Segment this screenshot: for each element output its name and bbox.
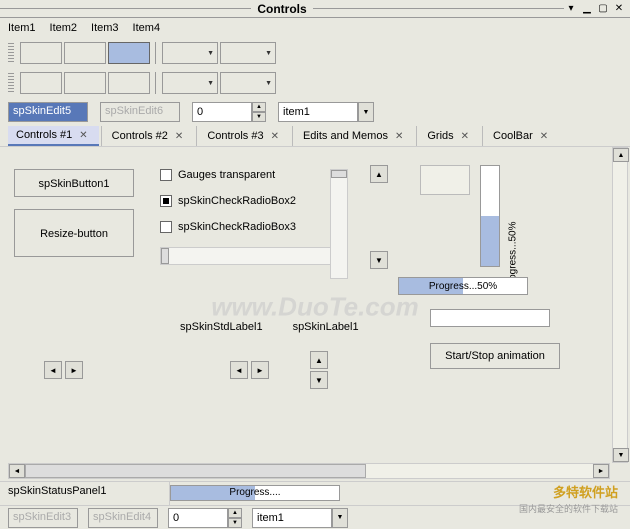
maximize-button[interactable]: ▢: [596, 2, 610, 16]
tab-grids[interactable]: Grids✕: [419, 126, 480, 146]
status-progress: Progress....: [170, 485, 340, 501]
tool-button-5[interactable]: [64, 72, 106, 94]
menu-item2[interactable]: Item2: [50, 22, 78, 34]
tool-dropdown-3[interactable]: ▼: [162, 72, 218, 94]
bottom-edit-4: spSkinEdit4: [88, 508, 158, 528]
spin-up-icon[interactable]: ▲: [252, 102, 266, 112]
scroll-left-icon[interactable]: ◄: [9, 464, 25, 478]
tool-dropdown-2[interactable]: ▼: [220, 42, 276, 64]
status-panel-1: spSkinStatusPanel1: [0, 482, 170, 505]
slider-thumb[interactable]: [161, 248, 169, 264]
combo-input[interactable]: [278, 102, 358, 122]
tab-strip: Controls #1✕ Controls #2✕ Controls #3✕ E…: [0, 126, 630, 147]
std-label-1: spSkinStdLabel1: [180, 321, 263, 333]
grip-icon[interactable]: [8, 73, 14, 93]
menu-item3[interactable]: Item3: [91, 22, 119, 34]
spin-down-icon[interactable]: ▼: [252, 112, 266, 122]
skin-button-1[interactable]: spSkinButton1: [14, 169, 134, 197]
scroll-up-icon[interactable]: ▲: [613, 148, 629, 162]
slider-thumb[interactable]: [331, 170, 347, 178]
scroll-right-icon[interactable]: ►: [593, 464, 609, 478]
tab-pane: www.DuoTe.com spSkinButton1 Resize-butto…: [0, 147, 630, 481]
scroll-down-icon[interactable]: ▼: [613, 448, 629, 462]
vertical-slider[interactable]: [330, 169, 348, 279]
grip-icon[interactable]: [8, 43, 14, 63]
combo-box[interactable]: ▼: [278, 102, 374, 122]
spin-down-icon[interactable]: ▼: [228, 518, 242, 528]
close-icon[interactable]: ✕: [268, 131, 282, 142]
bottom-edit-3: spSkinEdit3: [8, 508, 78, 528]
skin-edit-5[interactable]: spSkinEdit5: [8, 102, 88, 122]
horizontal-scrollbar[interactable]: ◄ ►: [8, 463, 610, 479]
chevron-down-icon[interactable]: ▼: [358, 102, 374, 122]
close-icon[interactable]: ✕: [76, 130, 90, 141]
close-icon[interactable]: ✕: [458, 131, 472, 142]
scroll-thumb[interactable]: [25, 464, 366, 478]
spin-edit[interactable]: ▲ ▼: [192, 102, 266, 122]
close-icon[interactable]: ✕: [392, 131, 406, 142]
vertical-progress: Progress...50%: [480, 165, 500, 267]
tab-edits-memos[interactable]: Edits and Memos✕: [295, 126, 414, 146]
tool-button-3[interactable]: [108, 42, 150, 64]
close-button[interactable]: ✕: [612, 2, 626, 16]
start-stop-animation-button[interactable]: Start/Stop animation: [430, 343, 560, 369]
radio-empty-icon[interactable]: [160, 221, 172, 233]
bottom-spin[interactable]: ▲ ▼: [168, 508, 242, 528]
horizontal-slider[interactable]: [160, 247, 340, 265]
radio-box-3[interactable]: spSkinCheckRadioBox3: [160, 221, 390, 233]
spin-down-button[interactable]: ▼: [310, 371, 328, 389]
edit-row: spSkinEdit5 spSkinEdit6 ▲ ▼ ▼: [0, 98, 630, 126]
nav-next-button[interactable]: ►: [65, 361, 83, 379]
dropdown-icon[interactable]: ▾: [564, 2, 578, 16]
radio-filled-icon[interactable]: [160, 195, 172, 207]
watermark: www.DuoTe.com: [211, 292, 419, 323]
radio-box-2[interactable]: spSkinCheckRadioBox2: [160, 195, 390, 207]
tool-dropdown-4[interactable]: ▼: [220, 72, 276, 94]
spin-up-icon[interactable]: ▲: [228, 508, 242, 518]
nav-next-button-2[interactable]: ►: [251, 361, 269, 379]
nav-prev-button-2[interactable]: ◄: [230, 361, 248, 379]
arrow-down-button[interactable]: ▼: [370, 251, 388, 269]
tool-button-6[interactable]: [108, 72, 150, 94]
toolbar-row2: ▼ ▼: [0, 68, 630, 98]
tab-coolbar[interactable]: CoolBar✕: [485, 126, 559, 146]
skin-label-1: spSkinLabel1: [293, 321, 359, 333]
text-input-blank[interactable]: [430, 309, 550, 327]
bottom-combo-input[interactable]: [252, 508, 332, 528]
tool-button-1[interactable]: [20, 42, 62, 64]
close-icon[interactable]: ✕: [537, 131, 551, 142]
tool-dropdown-1[interactable]: ▼: [162, 42, 218, 64]
tool-button-2[interactable]: [64, 42, 106, 64]
toolbar-row1: ▼ ▼: [0, 38, 630, 68]
window-title: Controls: [251, 2, 312, 16]
status-bar: spSkinStatusPanel1 Progress....: [0, 481, 630, 505]
spin-up-button[interactable]: ▲: [310, 351, 328, 369]
bottom-bar: spSkinEdit3 spSkinEdit4 ▲ ▼ ▼: [0, 505, 630, 529]
main-window: Controls ▾ ▁ ▢ ✕ Item1 Item2 Item3 Item4…: [0, 0, 630, 529]
tool-button-4[interactable]: [20, 72, 62, 94]
horizontal-progress: Progress...50%: [398, 277, 528, 295]
resize-button[interactable]: Resize-button: [14, 209, 134, 257]
checkbox-gauges-transparent[interactable]: Gauges transparent: [160, 169, 390, 181]
tab-controls-2[interactable]: Controls #2✕: [104, 126, 195, 146]
skin-edit-6: spSkinEdit6: [100, 102, 180, 122]
menu-item4[interactable]: Item4: [133, 22, 161, 34]
chevron-down-icon[interactable]: ▼: [332, 508, 348, 528]
tab-controls-1[interactable]: Controls #1✕: [8, 126, 99, 146]
vertical-scrollbar[interactable]: ▲ ▼: [612, 147, 628, 463]
spin-input[interactable]: [192, 102, 252, 122]
panel-well: [420, 165, 470, 195]
minimize-button[interactable]: ▁: [580, 2, 594, 16]
arrow-up-button[interactable]: ▲: [370, 165, 388, 183]
menubar: Item1 Item2 Item3 Item4: [0, 18, 630, 38]
tab-controls-3[interactable]: Controls #3✕: [199, 126, 290, 146]
menu-item1[interactable]: Item1: [8, 22, 36, 34]
titlebar: Controls ▾ ▁ ▢ ✕: [0, 0, 630, 18]
close-icon[interactable]: ✕: [172, 131, 186, 142]
checkbox-icon[interactable]: [160, 169, 172, 181]
nav-prev-button[interactable]: ◄: [44, 361, 62, 379]
bottom-combo[interactable]: ▼: [252, 508, 348, 528]
bottom-spin-input[interactable]: [168, 508, 228, 528]
